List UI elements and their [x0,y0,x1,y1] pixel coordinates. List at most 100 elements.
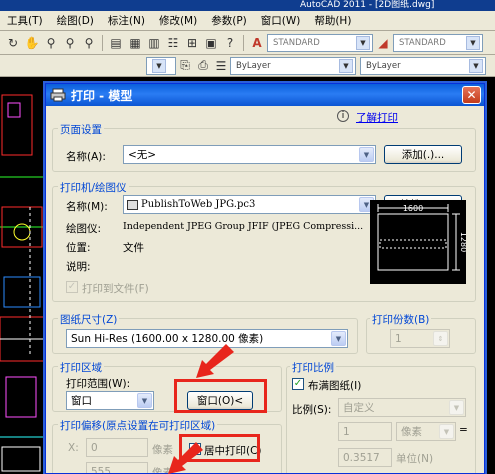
menu-draw[interactable]: 绘图(D) [50,13,101,28]
paper-size-value: Sun Hi-Res (1600.00 x 1280.00 像素) [71,333,264,345]
text-style-combo[interactable]: STANDARD ▼ [267,33,373,52]
preview-height: 1280 [459,232,466,252]
offset-x-value: 0 [91,441,98,454]
standard-toolbar: ↻ ✋ ⚲ ⚲ ⚲ ▤ ▦ ▥ ☷ ⊞ ▣ ? A STANDARD ▼ ◢ S… [0,31,495,55]
dialog-title: 打印 - 模型 [71,88,133,103]
markup-icon[interactable]: ⊞ [183,34,201,52]
zoom-realtime-icon[interactable]: ⚲ [42,34,60,52]
offset-x-label: X: [68,442,79,454]
scale-label: 比例(S): [292,404,332,416]
dim-style-combo[interactable]: STANDARD ▼ [393,33,483,52]
menu-window[interactable]: 窗口(W) [254,13,308,28]
close-button[interactable]: ✕ [462,86,481,104]
zoom-window-icon[interactable]: ⚲ [61,34,79,52]
color-combo[interactable]: ByLayer ▼ [230,56,356,75]
paper-size-legend: 图纸尺寸(Z) [58,312,120,327]
center-plot-label: 居中打印(C) [204,445,262,457]
properties-icon[interactable]: ▤ [107,34,125,52]
paper-size-select[interactable]: Sun Hi-Res (1600.00 x 1280.00 像素) ▼ [66,329,348,348]
center-plot-checkbox[interactable]: ✓ [189,443,201,455]
linetype-combo[interactable]: ByLayer ▼ [360,56,486,75]
app-title-bar: AutoCAD 2011 - [2D图纸.dwg] [0,0,495,11]
plot-scale-legend: 打印比例 [290,360,336,375]
chevron-down-icon: ▼ [339,58,353,73]
add-page-setup-button[interactable]: 添加(.)... [384,145,462,164]
offset-y-value: 555 [91,465,112,474]
chevron-down-icon: ▼ [137,393,152,408]
printer-name-select[interactable]: PublishToWeb JPG.pc3 ▼ [123,195,376,214]
plot-range-value: 窗口 [71,395,92,407]
scale-value2: 0.3517 [343,451,380,464]
scale-value: 自定义 [343,402,375,414]
offset-y-input[interactable]: 555 [86,462,148,474]
layer-state-icon[interactable]: ⎙ [194,57,212,75]
copies-stepper[interactable]: 1 ⇕ [390,329,450,348]
printer-legend: 打印机/绘图仪 [58,180,129,195]
paper-preview-drawing: 1600 1280 [377,204,468,271]
description-label: 说明: [66,261,91,273]
info-icon: i [337,110,349,122]
dim-style-value: STANDARD [399,37,446,48]
location-value: 文件 [123,242,144,254]
cad-room-outline [1,94,33,156]
fit-to-paper-checkbox[interactable]: ✓ [292,378,304,390]
plotter-device-icon [127,199,138,210]
layer-manager-icon[interactable]: ☰ [212,57,230,75]
plot-range-select[interactable]: 窗口 ▼ [66,391,154,410]
scale-value1-input[interactable]: 1 [338,422,392,441]
location-label: 位置: [66,242,91,254]
menu-parametric[interactable]: 参数(P) [204,13,254,28]
layer-combo[interactable]: ▼ [146,56,176,75]
scale-value1: 1 [343,425,350,438]
help-icon[interactable]: ? [221,34,239,52]
plot-range-label: 打印范围(W): [66,378,131,390]
dialog-title-bar[interactable]: 打印 - 模型 ✕ [46,84,484,106]
tool-palettes-icon[interactable]: ▥ [145,34,163,52]
offset-x-input[interactable]: 0 [86,438,148,457]
pan-icon[interactable]: ✋ [23,34,41,52]
chevron-down-icon: ▼ [152,58,166,73]
chevron-down-icon: ▼ [356,35,370,50]
app-title: AutoCAD 2011 - [2D图纸.dwg] [300,0,435,10]
printer-name-value: PublishToWeb JPG.pc3 [141,199,256,210]
chevron-down-icon: ▼ [331,331,346,346]
layer-previous-icon[interactable]: ⎘ [176,57,194,75]
print-to-file-checkbox[interactable]: ✓ [66,281,78,293]
chevron-down-icon: ▼ [359,147,374,162]
copies-value: 1 [395,332,402,345]
linetype-value: ByLayer [366,60,401,71]
scale-unit-label: 单位(N) [396,453,434,465]
sheet-set-icon[interactable]: ☷ [164,34,182,52]
menu-tools[interactable]: 工具(T) [0,13,50,28]
calculator-icon[interactable]: ▣ [202,34,220,52]
printer-icon [50,88,66,102]
chevron-down-icon: ▼ [469,58,483,73]
menu-dimension[interactable]: 标注(N) [101,13,152,28]
page-setup-name-label: 名称(A): [66,151,106,163]
color-value: ByLayer [236,60,271,71]
scale-select[interactable]: 自定义 ▼ [338,398,466,417]
menu-bar: 工具(T) 绘图(D) 标注(N) 修改(M) 参数(P) 窗口(W) 帮助(H… [0,11,495,31]
menu-modify[interactable]: 修改(M) [152,13,204,28]
text-style-value: STANDARD [273,37,320,48]
scale-unit-select[interactable]: 像素 ▼ [396,422,456,441]
cad-circle [13,223,31,241]
scale-value2-input[interactable]: 0.3517 [338,448,392,467]
design-center-icon[interactable]: ▦ [126,34,144,52]
plotter-value: Independent JPEG Group JFIF (JPEG Compre… [123,221,364,232]
window-pick-button[interactable]: 窗口(O)< [187,391,253,410]
close-icon: ✕ [466,88,477,102]
preview-width: 1600 [403,204,423,213]
toolbar-separator [102,34,103,51]
redo-icon[interactable]: ↻ [4,34,22,52]
page-setup-name-select[interactable]: <无> ▼ [123,145,376,164]
plot-dialog: 打印 - 模型 ✕ i 了解打印 页面设置 名称(A): <无> ▼ 添加(.)… [45,83,485,474]
cad-room-outline [1,446,41,472]
dim-style-icon[interactable]: ◢ [374,34,392,52]
text-style-icon[interactable]: A [248,34,266,52]
menu-help[interactable]: 帮助(H) [307,13,358,28]
zoom-previous-icon[interactable]: ⚲ [80,34,98,52]
offset-y-unit: 像素 [152,467,173,474]
help-link[interactable]: 了解打印 [356,110,398,125]
offset-x-unit: 像素 [152,444,173,456]
